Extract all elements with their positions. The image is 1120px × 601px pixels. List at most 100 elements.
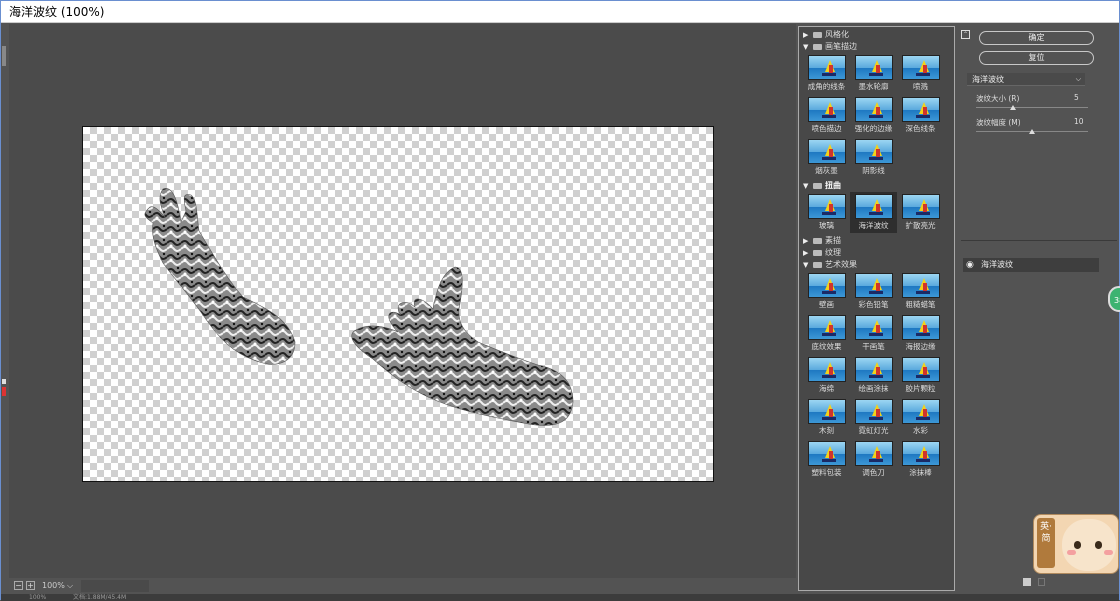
ripple-size-slider-knob[interactable] <box>1010 105 1017 110</box>
filter-category-list: ▶ 风格化 ▼ 画笔描边成角的线条 墨水轮廓 喷溅喷色描边 强化的边缘 深色线条烟灰墨 阴影线 ▼… <box>799 27 954 482</box>
filter-thumb-label: 扩散亮光 <box>905 221 936 230</box>
ripple-size-value[interactable]: 5 <box>1074 93 1088 102</box>
filter-thumb[interactable]: 粗糙蜡笔 <box>897 271 944 312</box>
cat-eye-icon <box>1074 541 1081 549</box>
filter-thumb[interactable]: 调色刀 <box>850 439 897 480</box>
filter-thumb-label: 调色刀 <box>862 468 885 477</box>
filter-gallery-window: 海洋波纹 (100%) − + 100% ⌵ ▶ 风格化 ▼ 画笔描边 成角的线条 墨水轮… <box>0 0 1120 601</box>
filter-folder-label: 纹理 <box>825 248 841 257</box>
filter-thumb-label: 胶片颗粒 <box>905 384 936 393</box>
filter-folder[interactable]: ▼ 扭曲 <box>799 180 954 192</box>
filter-thumb[interactable]: 喷溅 <box>897 53 944 94</box>
filter-folder[interactable]: ▼ 画笔描边 <box>799 41 954 53</box>
side-badge[interactable]: 38 <box>1108 286 1120 312</box>
triangle-down-icon[interactable]: ▼ <box>803 180 810 192</box>
filter-thumb[interactable]: 扩散亮光 <box>897 192 944 233</box>
triangle-right-icon[interactable]: ▶ <box>803 235 810 247</box>
filter-folder[interactable]: ▶ 风格化 <box>799 29 954 41</box>
sailboat-thumbnail-icon <box>807 315 846 340</box>
filter-thumb[interactable]: 彩色铅笔 <box>850 271 897 312</box>
filter-thumb[interactable]: 玻璃 <box>803 192 850 233</box>
filter-folder[interactable]: ▶ 纹理 <box>799 247 954 259</box>
filter-thumb[interactable]: 墨水轮廓 <box>850 53 897 94</box>
hands-image <box>144 188 574 426</box>
left-hand <box>144 188 296 365</box>
filter-folder[interactable]: ▼ 艺术效果 <box>799 259 954 271</box>
sailboat-thumbnail-icon <box>807 441 846 466</box>
window-title: 海洋波纹 (100%) <box>1 1 1119 23</box>
zoom-in-button[interactable]: + <box>26 581 35 590</box>
reset-button[interactable]: 复位 <box>979 51 1094 65</box>
folder-icon <box>813 44 822 50</box>
filter-thumb[interactable]: 海洋波纹 <box>850 192 897 233</box>
filter-thumb-label: 底纹效果 <box>811 342 842 351</box>
left-scroll-handle[interactable] <box>2 46 6 66</box>
filter-thumb-label: 霓虹灯光 <box>858 426 889 435</box>
effect-layer-label: 海洋波纹 <box>981 260 1013 269</box>
sailboat-thumbnail-icon <box>807 399 846 424</box>
triangle-right-icon[interactable]: ▶ <box>803 29 810 41</box>
ripple-magnitude-slider-knob[interactable] <box>1029 129 1035 134</box>
ok-button[interactable]: 确定 <box>979 31 1094 45</box>
zoom-field <box>81 580 149 592</box>
filter-thumb-label: 墨水轮廓 <box>858 82 889 91</box>
filter-thumb[interactable]: 涂抹棒 <box>897 439 944 480</box>
filter-thumb-label: 成角的线条 <box>807 82 846 91</box>
filter-thumb[interactable]: 深色线条 <box>897 95 944 136</box>
sailboat-thumbnail-icon <box>901 273 940 298</box>
filter-thumb[interactable]: 阴影线 <box>850 137 897 178</box>
sticker-text: 英·简 <box>1037 518 1055 568</box>
collapse-gallery-icon[interactable]: ⌃ <box>961 30 970 39</box>
filter-thumb[interactable]: 成角的线条 <box>803 53 850 94</box>
sailboat-thumbnail-icon <box>807 194 846 219</box>
sailboat-thumbnail-icon <box>901 194 940 219</box>
filter-thumb[interactable]: 塑料包装 <box>803 439 850 480</box>
triangle-down-icon[interactable]: ▼ <box>803 41 810 53</box>
triangle-down-icon[interactable]: ▼ <box>803 259 810 271</box>
filter-thumb-label: 喷溅 <box>913 82 928 91</box>
filter-thumb[interactable]: 干画笔 <box>850 313 897 354</box>
filter-thumb[interactable]: 喷色描边 <box>803 95 850 136</box>
filter-folder-label: 艺术效果 <box>825 260 857 269</box>
ripple-size-label: 波纹大小 (R) <box>976 94 1020 103</box>
sailboat-thumbnail-icon <box>854 399 893 424</box>
filter-thumb[interactable]: 绘画涂抹 <box>850 355 897 396</box>
effect-layer-item[interactable]: ◉ 海洋波纹 <box>963 258 1099 272</box>
eye-icon[interactable]: ◉ <box>966 258 974 272</box>
triangle-right-icon[interactable]: ▶ <box>803 247 810 259</box>
filter-thumb[interactable]: 壁画 <box>803 271 850 312</box>
filter-thumb[interactable]: 胶片颗粒 <box>897 355 944 396</box>
zoom-out-button[interactable]: − <box>14 581 23 590</box>
filter-thumb[interactable]: 水彩 <box>897 397 944 438</box>
chevron-down-icon[interactable]: ⌵ <box>67 581 73 591</box>
folder-icon <box>813 238 822 244</box>
filter-thumb-label: 粗糙蜡笔 <box>905 300 936 309</box>
filter-thumb[interactable]: 木刻 <box>803 397 850 438</box>
cat-avatar-icon <box>1062 519 1116 571</box>
filter-thumb[interactable]: 海绵 <box>803 355 850 396</box>
filter-folder-label: 素描 <box>825 236 841 245</box>
preview-canvas[interactable] <box>82 126 714 482</box>
filter-thumb-label: 玻璃 <box>819 221 834 230</box>
filter-thumb-label: 烟灰墨 <box>815 166 838 175</box>
preview-area[interactable] <box>9 24 796 578</box>
filter-select[interactable]: 海洋波纹 ⌵ <box>967 73 1085 86</box>
new-effect-layer-icon[interactable] <box>1023 578 1031 586</box>
ripple-size-slider[interactable] <box>976 107 1088 108</box>
filter-thumb[interactable]: 海报边缘 <box>897 313 944 354</box>
filter-thumb[interactable]: 底纹效果 <box>803 313 850 354</box>
trash-icon[interactable] <box>1038 578 1045 586</box>
ripple-magnitude-value[interactable]: 10 <box>1074 117 1088 126</box>
ime-sticker[interactable]: 英·简 <box>1033 514 1119 574</box>
filter-thumb-label: 阴影线 <box>862 166 885 175</box>
filter-thumb[interactable]: 强化的边缘 <box>850 95 897 136</box>
filter-thumb[interactable]: 霓虹灯光 <box>850 397 897 438</box>
filter-thumb-label: 绘画涂抹 <box>858 384 889 393</box>
chevron-down-icon: ⌵ <box>1075 75 1081 83</box>
folder-icon <box>813 250 822 256</box>
panel-divider <box>961 240 1117 241</box>
filter-thumb-grid: 成角的线条 墨水轮廓 喷溅喷色描边 强化的边缘 深色线条烟灰墨 阴影线 <box>799 53 954 180</box>
filter-thumb[interactable]: 烟灰墨 <box>803 137 850 178</box>
filter-thumb-label: 喷色描边 <box>811 124 842 133</box>
filter-folder[interactable]: ▶ 素描 <box>799 235 954 247</box>
